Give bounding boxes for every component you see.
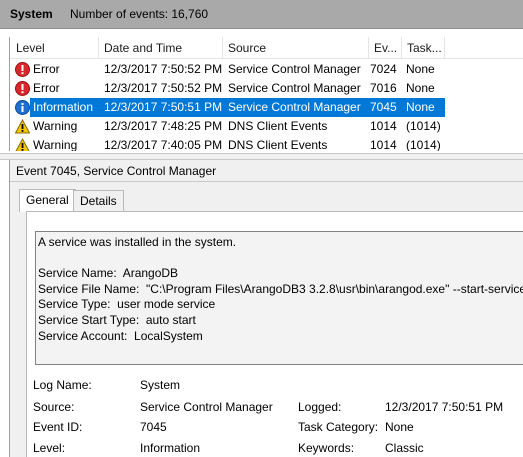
column-header-level[interactable]: Level [10,37,45,59]
log-name: System [10,7,53,21]
info-icon [15,100,30,115]
column-header-task[interactable]: Task... [401,37,442,59]
event-row[interactable]: Warning 12/3/2017 7:48:25 PM DNS Client Ev… [10,117,523,136]
event-source: Service Control Manager [228,81,361,95]
general-tab-panel: A service was installed in the system. S… [26,211,523,457]
event-id: 7024 [370,62,397,76]
event-id: 1014 [370,138,397,151]
tab-general[interactable]: General [19,189,76,212]
logged-value: 12/3/2017 7:50:51 PM [385,400,504,414]
event-details-pane: Event 7045, Service Control Manager Gene… [9,160,523,457]
warning-icon [14,118,31,134]
tab-details[interactable]: Details [73,190,124,211]
event-task-category: (1014) [406,119,441,133]
source-value: Service Control Manager [140,400,273,414]
event-id-label: Event ID: [33,420,83,434]
source-label: Source: [33,400,75,414]
event-source: Service Control Manager [228,100,361,114]
event-datetime: 12/3/2017 7:40:05 PM [104,138,223,151]
event-id: 7016 [370,81,397,95]
keywords-label: Keywords: [298,441,355,455]
event-level: Error [33,81,60,95]
event-source: DNS Client Events [228,138,328,151]
event-row[interactable]: Information 12/3/2017 7:50:51 PM Service C… [10,98,523,117]
event-task-category: (1014) [406,138,441,151]
events-list[interactable]: Level Date and Time Source Ev... Task...… [9,37,523,151]
task-category-label: Task Category: [298,420,379,434]
event-row[interactable]: Error 12/3/2017 7:50:52 PM Service Control… [10,79,523,98]
event-level: Warning [33,138,78,151]
level-label: Level: [33,441,66,455]
event-count: Number of events: 16,760 [70,7,209,21]
event-task-category: None [406,62,435,76]
error-icon [15,62,30,77]
event-task-category: None [406,81,435,95]
title-divider [10,181,523,182]
keywords-value: Classic [385,441,424,455]
pane-splitter[interactable] [0,153,523,160]
column-divider[interactable] [444,37,445,59]
level-value: Information [140,441,201,455]
log-name-value: System [140,378,181,392]
event-row[interactable]: Warning 12/3/2017 7:40:05 PM DNS Client Ev… [10,136,523,151]
error-icon [15,81,30,96]
event-source: Service Control Manager [228,62,361,76]
logged-label: Logged: [298,400,342,414]
event-id: 7045 [370,100,397,114]
log-name-label: Log Name: [33,378,92,392]
column-header-date[interactable]: Date and Time [98,37,182,59]
event-datetime: 12/3/2017 7:50:52 PM [104,62,223,76]
column-header-row: Level Date and Time Source Ev... Task... [10,37,523,59]
event-details-title: Event 7045, Service Control Manager [16,164,217,178]
event-id: 1014 [370,119,397,133]
event-level: Warning [33,119,78,133]
event-message-text: A service was installed in the system. S… [38,235,523,343]
column-header-event-id[interactable]: Ev... [368,37,397,59]
event-datetime: 12/3/2017 7:50:51 PM [104,100,223,114]
task-category-value: None [385,420,414,434]
event-level: Information [33,100,94,114]
event-datetime: 12/3/2017 7:50:52 PM [104,81,223,95]
event-row[interactable]: Error 12/3/2017 7:50:52 PM Service Control… [10,60,523,79]
event-id-value: 7045 [140,420,167,434]
event-task-category: None [406,100,435,114]
event-level: Error [33,62,60,76]
event-source: DNS Client Events [228,119,328,133]
column-header-source[interactable]: Source [222,37,266,59]
warning-icon [15,137,30,151]
event-datetime: 12/3/2017 7:48:25 PM [104,119,223,133]
event-message-box[interactable]: A service was installed in the system. S… [35,231,523,365]
log-header-bar: System Number of events: 16,760 [0,0,523,29]
